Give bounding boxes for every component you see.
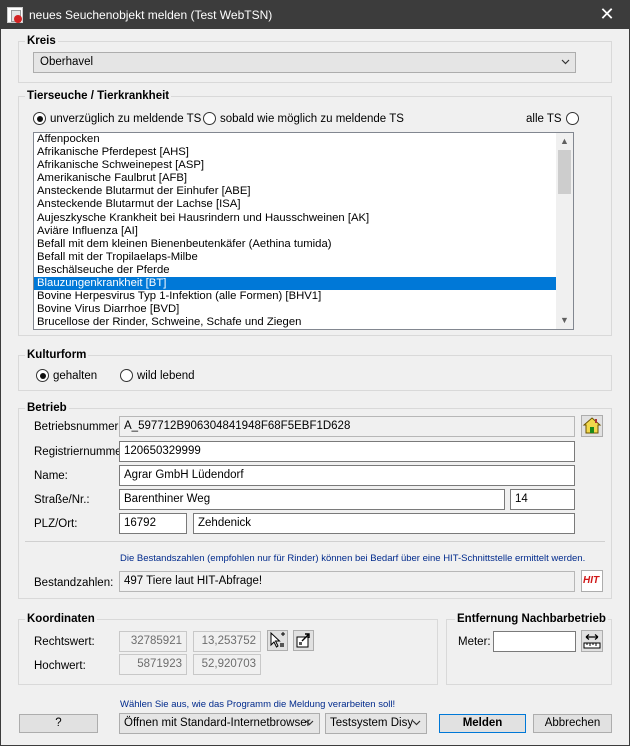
tierseuche-listbox[interactable]: Affenpocken Afrikanische Pferdepest [AHS]… — [33, 132, 574, 330]
radio-immediate[interactable]: unverzüglich zu meldende TS — [33, 112, 201, 125]
list-item[interactable]: Afrikanische Schweinepest [ASP] — [34, 159, 557, 172]
meter-field[interactable] — [493, 631, 576, 652]
list-item[interactable]: Affenpocken — [34, 133, 557, 146]
hit-icon: HIT — [583, 575, 600, 586]
list-item[interactable]: Befall mit dem kleinen Bienenbeutenkäfer… — [34, 238, 557, 251]
chevron-down-icon — [412, 720, 421, 726]
cursor-pick-icon — [270, 631, 285, 648]
list-item[interactable]: Befall mit der Tropilaelaps-Milbe — [34, 251, 557, 264]
name-label: Name: — [34, 470, 68, 482]
hochwert-field[interactable]: 5871923 — [119, 654, 187, 675]
map-coordinates-button[interactable] — [293, 630, 314, 651]
kreis-select-value: Oberhavel — [40, 56, 94, 68]
radio-asap[interactable]: sobald wie möglich zu meldende TS — [203, 112, 404, 125]
registriernummer-label: Registriernummer: — [34, 446, 129, 458]
radio-all[interactable]: alle TS — [526, 112, 583, 125]
system-select[interactable]: Testsystem Disy — [325, 713, 427, 734]
plz-field[interactable]: 16792 — [119, 513, 187, 534]
radio-wild[interactable]: wild lebend — [120, 369, 195, 382]
system-select-value: Testsystem Disy — [330, 717, 414, 729]
divider — [25, 541, 605, 542]
list-item[interactable]: Afrikanische Pferdepest [AHS] — [34, 146, 557, 159]
list-item[interactable]: Ansteckende Blutarmut der Einhufer [ABE] — [34, 185, 557, 198]
bestand-hint: Die Bestandszahlen (empfohlen nur für Ri… — [120, 553, 586, 564]
close-icon[interactable]: ✕ — [585, 1, 629, 29]
radio-all-label: alle TS — [526, 112, 562, 125]
betriebsnummer-field[interactable]: A_597712B906304841948F68F5EBF1D628 — [119, 416, 575, 437]
entfernung-legend: Entfernung Nachbarbetrieb — [457, 613, 606, 625]
measure-distance-button[interactable] — [581, 630, 603, 652]
kreis-legend: Kreis — [27, 35, 56, 47]
betriebsnummer-label: Betriebsnummer: — [34, 421, 122, 433]
plz-label: PLZ/Ort: — [34, 518, 78, 530]
hochwert-label: Hochwert: — [34, 660, 86, 672]
scroll-up-icon[interactable]: ▲ — [556, 133, 573, 150]
chevron-down-icon — [305, 720, 314, 726]
strasse-label: Straße/Nr.: — [34, 494, 90, 506]
home-button[interactable] — [581, 415, 603, 437]
radio-immediate-label: unverzüglich zu meldende TS — [50, 112, 202, 125]
ort-field[interactable]: Zehdenick — [193, 513, 575, 534]
app-icon — [7, 7, 23, 23]
radio-kept-label: gehalten — [53, 369, 98, 382]
listbox-scrollbar[interactable]: ▲ ▼ — [556, 133, 573, 329]
radio-unchecked-icon — [203, 112, 216, 125]
hochwert-geo-field[interactable]: 52,920703 — [193, 654, 261, 675]
scroll-thumb[interactable] — [558, 150, 571, 194]
registriernummer-field[interactable]: 120650329999 — [119, 441, 575, 462]
radio-asap-label: sobald wie möglich zu meldende TS — [220, 112, 404, 125]
radio-checked-icon — [36, 369, 49, 382]
radio-kept[interactable]: gehalten — [36, 369, 97, 382]
scroll-down-icon[interactable]: ▼ — [556, 312, 573, 329]
radio-wild-label: wild lebend — [137, 369, 195, 382]
house-icon — [582, 417, 602, 434]
list-item[interactable]: Aujeszkysche Krankheit bei Hausrindern u… — [34, 212, 557, 225]
map-arrow-icon — [296, 633, 310, 648]
list-item[interactable]: Bovine Herpesvirus Typ 1-Infektion (alle… — [34, 290, 557, 303]
betrieb-legend: Betrieb — [27, 402, 67, 414]
tierseuche-legend: Tierseuche / Tierkrankheit — [27, 90, 170, 102]
name-field[interactable]: Agrar GmbH Lüdendorf — [119, 465, 575, 486]
hit-query-button[interactable]: HIT — [581, 570, 603, 592]
rechtswert-label: Rechtswert: — [34, 636, 95, 648]
browser-select[interactable]: Öffnen mit Standard-Internetbrowser — [119, 713, 320, 734]
cancel-button[interactable]: Abbrechen — [533, 714, 612, 733]
hausnummer-field[interactable]: 14 — [510, 489, 575, 510]
melden-button[interactable]: Melden — [439, 714, 526, 733]
kreis-select[interactable]: Oberhavel — [33, 52, 576, 73]
process-hint: Wählen Sie aus, wie das Programm die Mel… — [120, 699, 396, 710]
tierseuche-list: Affenpocken Afrikanische Pferdepest [AHS]… — [34, 133, 573, 329]
koordinaten-legend: Koordinaten — [27, 613, 95, 625]
window-title: neues Seuchenobjekt melden (Test WebTSN) — [29, 8, 273, 22]
bestand-label: Bestandzahlen: — [34, 577, 114, 589]
chevron-down-icon — [561, 59, 570, 65]
title-bar: neues Seuchenobjekt melden (Test WebTSN)… — [1, 1, 629, 29]
list-item[interactable]: Ansteckende Blutarmut der Lachse [ISA] — [34, 198, 557, 211]
list-item[interactable]: Aviäre Influenza [AI] — [34, 225, 557, 238]
radio-unchecked-icon — [120, 369, 133, 382]
radio-unchecked-icon — [565, 112, 579, 125]
radio-checked-icon — [33, 112, 46, 125]
list-item[interactable]: Bovine Virus Diarrhoe [BVD] — [34, 303, 557, 316]
strasse-field[interactable]: Barenthiner Weg — [119, 489, 505, 510]
list-item[interactable]: Beschälseuche der Pferde — [34, 264, 557, 277]
rechtswert-geo-field[interactable]: 13,253752 — [193, 631, 261, 652]
help-button[interactable]: ? — [19, 714, 98, 733]
ruler-icon — [583, 634, 601, 649]
list-item[interactable]: Brucellose der Rinder, Schweine, Schafe … — [34, 316, 557, 329]
pick-coordinates-button[interactable] — [267, 630, 288, 651]
browser-select-value: Öffnen mit Standard-Internetbrowser — [124, 717, 311, 729]
kulturform-legend: Kulturform — [27, 349, 87, 361]
kulturform-group: Kulturform — [18, 349, 612, 391]
bestand-field[interactable]: 497 Tiere laut HIT-Abfrage! — [119, 571, 575, 592]
dialog-window: neues Seuchenobjekt melden (Test WebTSN)… — [0, 0, 630, 746]
list-item[interactable]: Amerikanische Faulbrut [AFB] — [34, 172, 557, 185]
meter-label: Meter: — [458, 636, 491, 648]
rechtswert-field[interactable]: 32785921 — [119, 631, 187, 652]
list-item[interactable]: Blauzungenkrankheit [BT] — [34, 277, 557, 291]
